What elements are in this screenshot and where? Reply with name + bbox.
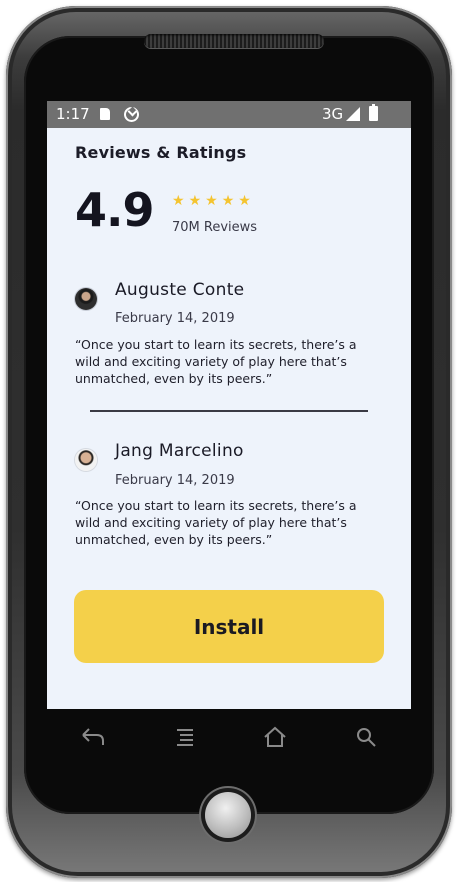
avatar[interactable] bbox=[75, 449, 97, 471]
reviews-content: Reviews & Ratings 4.9 ★ ★ ★ ★ ★ 70M Revi… bbox=[47, 128, 411, 709]
status-time: 1:17 bbox=[56, 105, 90, 123]
sd-card-icon bbox=[100, 108, 110, 120]
battery-icon bbox=[369, 104, 378, 121]
menu-icon[interactable] bbox=[171, 725, 199, 749]
status-bar: 1:17 3G bbox=[47, 101, 411, 128]
screen: 1:17 3G Reviews & Ratings 4.9 ★ ★ ★ ★ ★ … bbox=[47, 101, 411, 709]
network-type: 3G bbox=[322, 105, 344, 123]
review-text: “Once you start to learn its secrets, th… bbox=[75, 337, 357, 386]
star-icon: ★ bbox=[172, 193, 185, 209]
section-title: Reviews & Ratings bbox=[75, 143, 247, 162]
avatar[interactable] bbox=[75, 288, 97, 310]
rating-score: 4.9 bbox=[75, 183, 154, 237]
star-icon: ★ bbox=[205, 193, 218, 209]
home-icon[interactable] bbox=[261, 725, 289, 749]
divider bbox=[90, 410, 368, 412]
search-icon[interactable] bbox=[353, 725, 381, 749]
star-rating: ★ ★ ★ ★ ★ bbox=[172, 194, 251, 208]
star-icon: ★ bbox=[188, 193, 202, 209]
reviewer-name[interactable]: Auguste Conte bbox=[115, 280, 244, 300]
hardware-home-button[interactable] bbox=[205, 792, 251, 838]
reviewer-name[interactable]: Jang Marcelino bbox=[115, 441, 244, 461]
review-date: February 14, 2019 bbox=[115, 473, 235, 488]
star-icon: ★ bbox=[221, 193, 235, 209]
review-date: February 14, 2019 bbox=[115, 311, 235, 326]
review-text: “Once you start to learn its secrets, th… bbox=[75, 498, 357, 547]
sync-icon bbox=[124, 107, 139, 122]
back-icon[interactable] bbox=[79, 725, 107, 749]
install-button[interactable]: Install bbox=[74, 590, 384, 663]
speaker-grille bbox=[144, 34, 324, 48]
star-icon: ★ bbox=[238, 193, 251, 209]
navigation-bar bbox=[47, 709, 411, 765]
review-count: 70M Reviews bbox=[172, 220, 258, 235]
signal-icon bbox=[346, 107, 360, 121]
